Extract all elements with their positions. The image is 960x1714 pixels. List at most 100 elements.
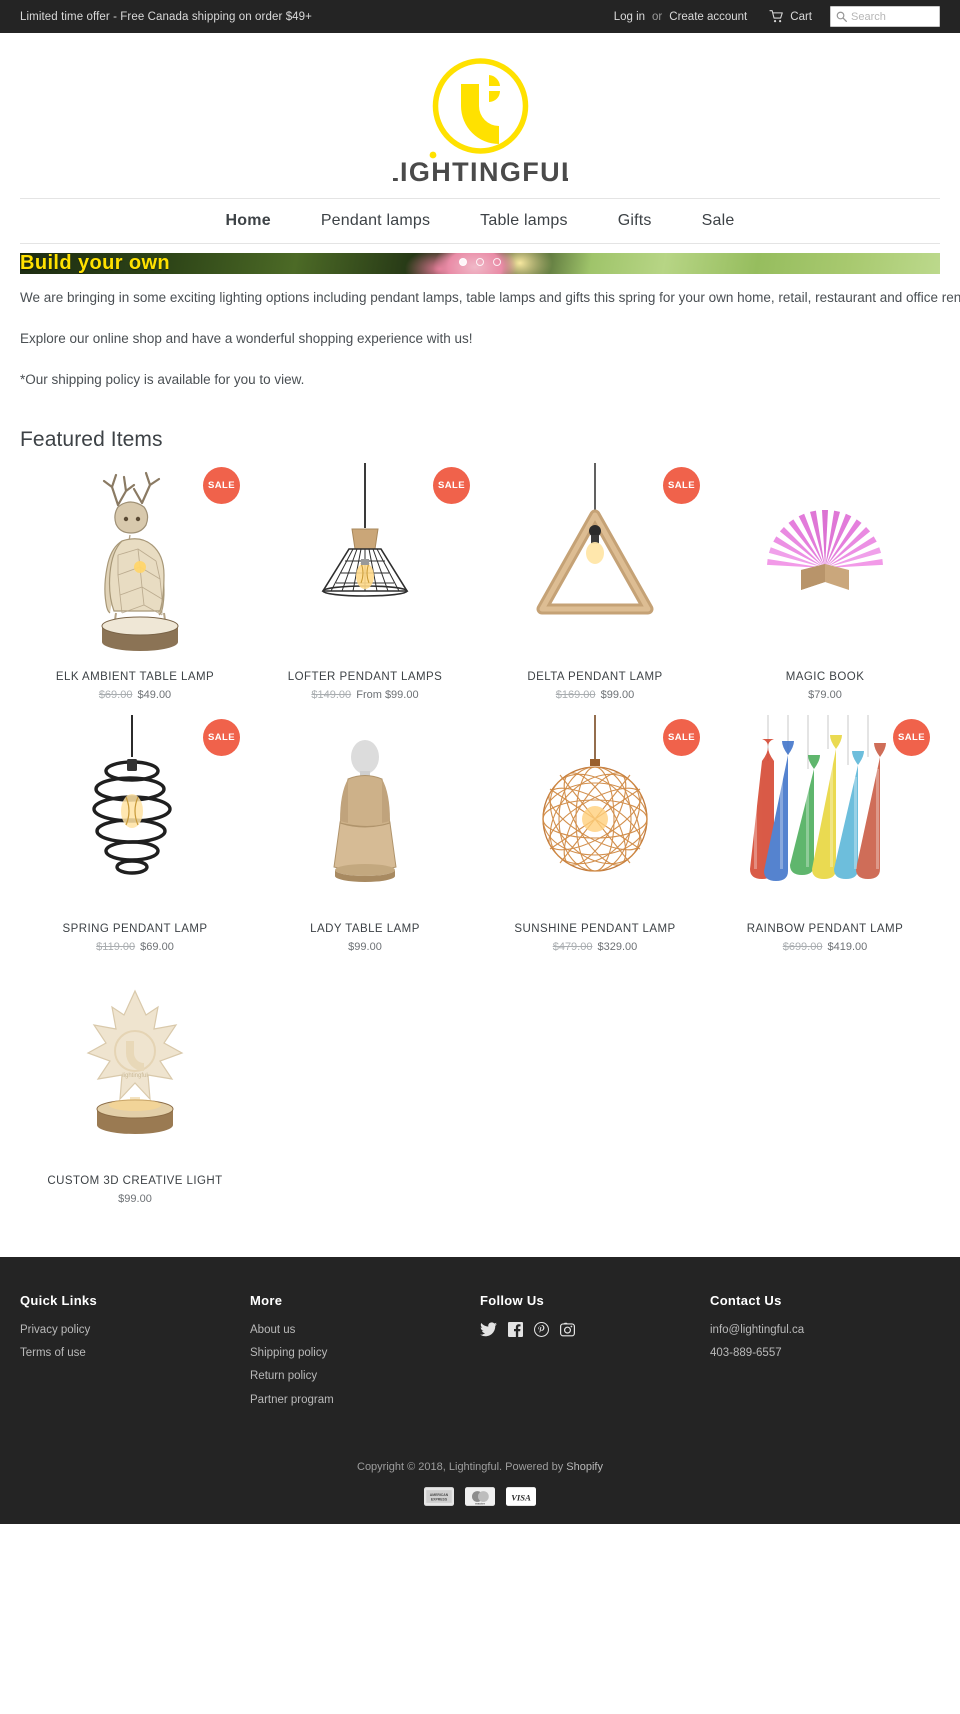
american-express-icon: AMERICAN EXPRESS (424, 1486, 454, 1506)
site-header: LIGHTINGFUL (0, 33, 960, 198)
product-title: Spring Pendant Lamp (62, 922, 208, 935)
more-links-list: About us Shipping policy Return policy P… (250, 1322, 464, 1409)
footer-link-partner-program[interactable]: Partner program (250, 1392, 464, 1409)
product-title: Lofter Pendant Lamps (287, 670, 443, 683)
slideshow-dot-3[interactable] (493, 258, 501, 266)
site-logo[interactable]: LIGHTINGFUL (393, 51, 568, 186)
product-card[interactable]: SALE Rainbow Pendant Lamp $699.00 $419.00 (710, 713, 940, 965)
product-card[interactable]: lightingful Custom 3D Creative Light $99.… (20, 965, 250, 1217)
cart-label: Cart (790, 10, 812, 23)
list-item: 403-889-6557 (710, 1345, 924, 1362)
payment-icons: AMERICAN EXPRESS master VISA (20, 1486, 940, 1506)
product-compare-price: $149.00 (311, 688, 352, 701)
product-price: $119.00 $69.00 (28, 941, 242, 953)
product-current-price: $419.00 (827, 940, 868, 953)
contact-phone: 403-889-6557 (710, 1347, 782, 1360)
intro-paragraph-2: Explore our online shop and have a wonde… (20, 330, 473, 346)
shopify-link[interactable]: Shopify (566, 1461, 603, 1473)
product-card[interactable]: Magic Book $79.00 (710, 461, 940, 713)
hero-slideshow[interactable]: Build your own (20, 253, 940, 274)
search-icon (836, 11, 847, 22)
product-current-price: $79.00 (808, 688, 842, 701)
product-card[interactable]: SALE Elk Ambient Table Lamp $69.00 $49.00 (20, 461, 250, 713)
svg-text:EXPRESS: EXPRESS (431, 1497, 448, 1501)
facebook-icon (508, 1321, 523, 1337)
lightingful-logo-mark: LIGHTINGFUL (393, 58, 568, 186)
footer-link-return-policy[interactable]: Return policy (250, 1368, 464, 1385)
footer-heading-contact-us: Contact Us (710, 1292, 782, 1308)
product-title: Sunshine Pendant Lamp (514, 922, 676, 935)
social-link-instagram[interactable] (560, 1322, 575, 1337)
cart-link[interactable]: Cart (769, 10, 812, 23)
product-compare-price: $69.00 (98, 688, 133, 701)
slideshow-dots[interactable] (459, 258, 501, 266)
slideshow-dot-1[interactable] (459, 258, 467, 266)
product-card[interactable]: SALE Spring Pendant Lamp $119.00 $69.00 (20, 713, 250, 965)
product-image (718, 461, 932, 661)
social-links (480, 1321, 694, 1337)
mastercard-icon: master (465, 1486, 495, 1506)
nav-item-table-lamps[interactable]: Table lamps (455, 212, 593, 230)
slideshow-dot-2[interactable] (476, 258, 484, 266)
product-price: $169.00 $99.00 (488, 689, 702, 701)
hero-slide-title: Build your own (20, 253, 171, 274)
list-item[interactable]: Terms of use (20, 1345, 234, 1362)
footer-columns: Quick Links Privacy policy Terms of use … (20, 1293, 940, 1415)
copyright-line: Copyright © 2018, Lightingful. Powered b… (20, 1461, 940, 1473)
product-title: Elk Ambient Table Lamp (55, 670, 215, 683)
product-current-price: $49.00 (137, 688, 172, 701)
nav-item-home[interactable]: Home (201, 212, 296, 230)
social-link-pinterest[interactable] (534, 1321, 549, 1337)
search-form[interactable] (830, 6, 940, 27)
twitter-icon (480, 1322, 497, 1336)
product-card[interactable]: SALE Sunshine Pendant Lamp $479.00 $329.00 (480, 713, 710, 965)
list-item[interactable]: info@lightingful.ca (710, 1322, 924, 1339)
list-item[interactable]: Privacy policy (20, 1322, 234, 1339)
footer-link-terms-of-use[interactable]: Terms of use (20, 1345, 234, 1362)
product-compare-price: $169.00 (555, 688, 596, 701)
product-price: $99.00 (258, 941, 472, 953)
footer-link-privacy-policy[interactable]: Privacy policy (20, 1322, 234, 1339)
footer-link-about-us[interactable]: About us (250, 1322, 464, 1339)
list-item[interactable]: Shipping policy (250, 1345, 464, 1362)
social-link-twitter[interactable] (480, 1322, 497, 1337)
product-current-price: $329.00 (597, 940, 638, 953)
list-item[interactable]: Return policy (250, 1368, 464, 1385)
sale-badge: SALE (893, 718, 930, 756)
featured-items-section: Featured Items SALE Elk Ambient Table Lam… (0, 391, 960, 1217)
svg-text:AMERICAN: AMERICAN (430, 1493, 449, 1497)
footer-heading-more: More (250, 1292, 283, 1308)
product-card[interactable]: SALE Lofter Pendant Lamps $149.00 From $99… (250, 461, 480, 713)
product-current-price: From $99.00 (356, 688, 419, 701)
contact-list: info@lightingful.ca 403-889-6557 (710, 1322, 924, 1363)
intro-paragraph-3: *Our shipping policy is available for yo… (20, 371, 305, 387)
create-account-link[interactable]: Create account (669, 11, 747, 23)
product-card[interactable]: Lady Table Lamp $99.00 (250, 713, 480, 965)
product-image (258, 713, 472, 913)
nav-item-gifts[interactable]: Gifts (593, 212, 677, 230)
svg-text:master: master (475, 1501, 486, 1505)
product-price: $149.00 From $99.00 (258, 689, 472, 701)
product-price: $479.00 $329.00 (488, 941, 702, 953)
contact-email[interactable]: info@lightingful.ca (710, 1322, 924, 1339)
nav-item-sale[interactable]: Sale (677, 212, 760, 230)
product-price: $99.00 (28, 1193, 242, 1205)
product-compare-price: $699.00 (782, 940, 823, 953)
login-link[interactable]: Log in (614, 11, 645, 23)
product-grid: SALE Elk Ambient Table Lamp $69.00 $49.00 … (20, 461, 940, 1217)
product-card[interactable]: SALE Delta Pendant Lamp $169.00 $99.00 (480, 461, 710, 713)
product-title: Lady Table Lamp (310, 922, 420, 935)
list-item[interactable]: About us (250, 1322, 464, 1339)
nav-item-pendant-lamps[interactable]: Pendant lamps (296, 212, 455, 230)
list-item[interactable]: Partner program (250, 1392, 464, 1409)
product-price: $69.00 $49.00 (28, 689, 242, 701)
product-compare-price: $479.00 (552, 940, 593, 953)
product-image: lightingful (28, 965, 242, 1165)
footer-col-quick-links: Quick Links Privacy policy Terms of use (20, 1293, 250, 1415)
social-link-facebook[interactable] (508, 1321, 523, 1337)
product-current-price: $99.00 (118, 1192, 152, 1205)
footer-link-shipping-policy[interactable]: Shipping policy (250, 1345, 464, 1362)
search-input[interactable] (851, 10, 934, 23)
sale-badge: SALE (663, 718, 700, 756)
topbar-actions: Log in or Create account Cart (614, 6, 940, 27)
